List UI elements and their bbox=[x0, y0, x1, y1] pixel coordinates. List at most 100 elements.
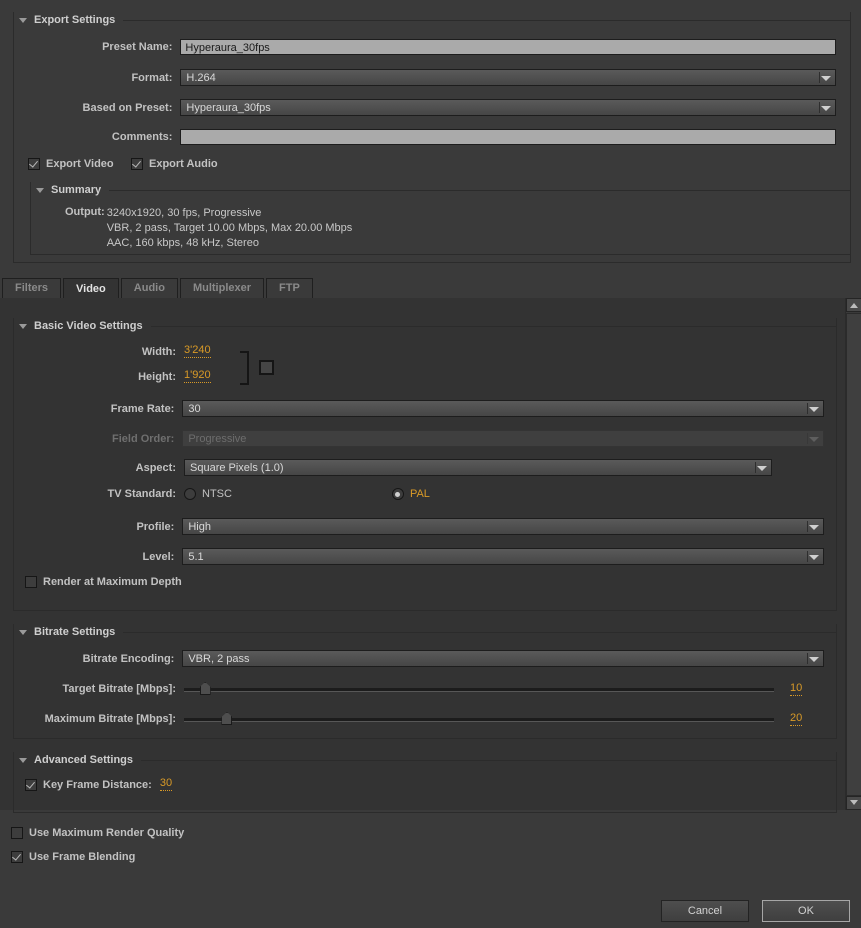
export-settings-title: Export Settings bbox=[34, 14, 123, 26]
scrollbar-up-button[interactable] bbox=[846, 298, 861, 312]
field-order-dropdown: Progressive bbox=[182, 430, 824, 447]
summary-line: VBR, 2 pass, Target 10.00 Mbps, Max 20.0… bbox=[107, 221, 353, 236]
tab-ftp[interactable]: FTP bbox=[266, 278, 313, 298]
target-bitrate-value[interactable]: 10 bbox=[790, 683, 802, 696]
dropdown-separator bbox=[807, 521, 808, 532]
max-render-quality-row[interactable]: Use Maximum Render Quality bbox=[11, 827, 184, 839]
frame-blending-checkbox[interactable] bbox=[11, 851, 23, 863]
tv-pal-radio[interactable] bbox=[392, 488, 404, 500]
tab-multiplexer[interactable]: Multiplexer bbox=[180, 278, 264, 298]
tv-ntsc-label: NTSC bbox=[202, 488, 232, 500]
aspect-row: Aspect: Square Pixels (1.0) bbox=[14, 459, 772, 476]
height-label: Height: bbox=[14, 371, 184, 383]
chevron-down-icon bbox=[757, 466, 767, 471]
maximum-bitrate-label: Maximum Bitrate [Mbps]: bbox=[14, 713, 184, 725]
aspect-dropdown[interactable]: Square Pixels (1.0) bbox=[184, 459, 772, 476]
profile-label: Profile: bbox=[14, 521, 182, 533]
constrain-proportions-toggle[interactable] bbox=[259, 360, 274, 375]
advanced-title: Advanced Settings bbox=[34, 754, 141, 766]
export-settings-disclosure-triangle[interactable] bbox=[19, 18, 27, 23]
frame-rate-value: 30 bbox=[188, 403, 200, 415]
chevron-down-icon bbox=[809, 525, 819, 530]
advanced-header: Advanced Settings bbox=[13, 752, 837, 768]
tab-audio[interactable]: Audio bbox=[121, 278, 178, 298]
scrollbar-thumb[interactable] bbox=[846, 313, 861, 796]
chevron-down-icon bbox=[809, 657, 819, 662]
width-value[interactable]: 3'240 bbox=[184, 345, 211, 358]
aspect-label: Aspect: bbox=[14, 462, 184, 474]
export-audio-checkbox[interactable] bbox=[131, 158, 143, 170]
advanced-disclosure-triangle[interactable] bbox=[19, 758, 27, 763]
height-value[interactable]: 1'920 bbox=[184, 370, 211, 383]
level-dropdown[interactable]: 5.1 bbox=[182, 548, 824, 565]
summary-title: Summary bbox=[51, 184, 109, 196]
preset-name-input[interactable]: Hyperaura_30fps bbox=[180, 39, 836, 55]
bitrate-encoding-row: Bitrate Encoding: VBR, 2 pass bbox=[14, 650, 824, 667]
bitrate-header: Bitrate Settings bbox=[13, 624, 837, 640]
frame-blending-row[interactable]: Use Frame Blending bbox=[11, 851, 135, 863]
summary-line: 3240x1920, 30 fps, Progressive bbox=[107, 206, 353, 221]
basic-video-settings-section: Basic Video Settings Width: 3'240 Height… bbox=[13, 318, 837, 611]
maximum-bitrate-slider[interactable] bbox=[184, 712, 774, 726]
export-settings-section: Export Settings Preset Name: Hyperaura_3… bbox=[13, 12, 851, 263]
ok-button[interactable]: OK bbox=[762, 900, 850, 922]
tv-pal-label: PAL bbox=[410, 488, 430, 500]
slider-track bbox=[184, 688, 774, 692]
export-video-checkbox-row[interactable]: Export Video bbox=[28, 158, 114, 170]
tab-filters[interactable]: Filters bbox=[2, 278, 61, 298]
dropdown-separator bbox=[807, 551, 808, 562]
scrollbar-down-button[interactable] bbox=[846, 796, 861, 810]
key-frame-distance-value[interactable]: 30 bbox=[160, 778, 172, 791]
frame-blending-label: Use Frame Blending bbox=[29, 851, 135, 863]
tab-video[interactable]: Video bbox=[63, 278, 119, 299]
key-frame-distance-label: Key Frame Distance: bbox=[43, 779, 152, 791]
render-max-depth-row[interactable]: Render at Maximum Depth bbox=[25, 576, 182, 588]
comments-input[interactable] bbox=[180, 129, 836, 145]
key-frame-distance-checkbox[interactable] bbox=[25, 779, 37, 791]
based-on-preset-dropdown[interactable]: Hyperaura_30fps bbox=[180, 99, 836, 116]
section-rule bbox=[123, 632, 836, 633]
advanced-settings-section: Advanced Settings Key Frame Distance: 30 bbox=[13, 752, 837, 813]
settings-tabbar: Filters Video Audio Multiplexer FTP bbox=[0, 276, 861, 299]
bitrate-disclosure-triangle[interactable] bbox=[19, 630, 27, 635]
level-value: 5.1 bbox=[188, 551, 203, 563]
field-order-value: Progressive bbox=[188, 433, 246, 445]
level-label: Level: bbox=[14, 551, 182, 563]
summary-disclosure-triangle[interactable] bbox=[36, 188, 44, 193]
slider-handle[interactable] bbox=[200, 682, 211, 695]
dropdown-separator bbox=[807, 433, 808, 444]
bitrate-encoding-value: VBR, 2 pass bbox=[188, 653, 249, 665]
maximum-bitrate-value[interactable]: 20 bbox=[790, 713, 802, 726]
chevron-up-icon bbox=[850, 303, 858, 308]
basic-video-title: Basic Video Settings bbox=[34, 320, 151, 332]
target-bitrate-slider[interactable] bbox=[184, 682, 774, 696]
profile-dropdown[interactable]: High bbox=[182, 518, 824, 535]
max-render-quality-checkbox[interactable] bbox=[11, 827, 23, 839]
summary-output-label: Output: bbox=[65, 206, 107, 251]
tv-ntsc-option[interactable]: NTSC bbox=[184, 488, 232, 500]
tv-ntsc-radio[interactable] bbox=[184, 488, 196, 500]
comments-label: Comments: bbox=[14, 131, 180, 143]
section-rule bbox=[109, 190, 850, 191]
video-tab-panel: Basic Video Settings Width: 3'240 Height… bbox=[0, 298, 861, 810]
tv-pal-option[interactable]: PAL bbox=[392, 488, 430, 500]
width-label: Width: bbox=[14, 346, 184, 358]
profile-value: High bbox=[188, 521, 211, 533]
bitrate-encoding-dropdown[interactable]: VBR, 2 pass bbox=[182, 650, 824, 667]
summary-output: Output: 3240x1920, 30 fps, Progressive V… bbox=[65, 206, 352, 251]
field-order-label: Field Order: bbox=[14, 433, 182, 445]
frame-rate-dropdown[interactable]: 30 bbox=[182, 400, 824, 417]
width-row: Width: 3'240 bbox=[14, 345, 211, 358]
export-video-checkbox[interactable] bbox=[28, 158, 40, 170]
target-bitrate-label: Target Bitrate [Mbps]: bbox=[14, 683, 184, 695]
export-audio-checkbox-row[interactable]: Export Audio bbox=[131, 158, 218, 170]
render-max-depth-checkbox[interactable] bbox=[25, 576, 37, 588]
slider-handle[interactable] bbox=[221, 712, 232, 725]
render-max-depth-label: Render at Maximum Depth bbox=[43, 576, 182, 588]
video-panel-scrollbar[interactable] bbox=[845, 298, 861, 810]
basic-video-disclosure-triangle[interactable] bbox=[19, 324, 27, 329]
cancel-button[interactable]: Cancel bbox=[661, 900, 749, 922]
summary-section: Summary Output: 3240x1920, 30 fps, Progr… bbox=[30, 182, 851, 255]
tv-standard-label: TV Standard: bbox=[14, 488, 184, 500]
format-dropdown[interactable]: H.264 bbox=[180, 69, 836, 86]
